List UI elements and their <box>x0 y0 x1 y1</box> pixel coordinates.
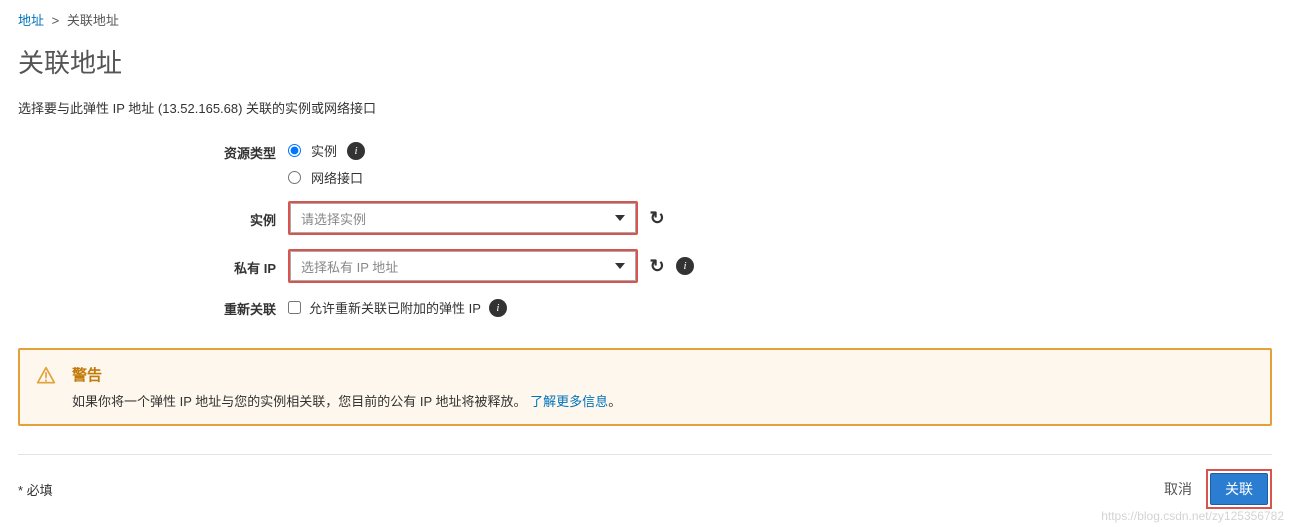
checkbox-reassociate[interactable] <box>288 301 301 314</box>
breadcrumb-parent-link[interactable]: 地址 <box>18 13 44 28</box>
radio-eni[interactable] <box>288 171 301 184</box>
radio-instance-option[interactable]: 实例 i <box>288 141 365 160</box>
associate-button[interactable]: 关联 <box>1210 473 1268 505</box>
watermark: https://blog.csdn.net/zy125356782 <box>1101 509 1284 523</box>
warning-message: 如果你将一个弹性 IP 地址与您的实例相关联，您目前的公有 IP 地址将被释放。… <box>72 391 1254 410</box>
breadcrumb-current: 关联地址 <box>67 13 119 28</box>
learn-more-link[interactable]: 了解更多信息 <box>530 394 608 409</box>
row-instance: 实例 请选择实例 ↻ <box>18 201 1272 235</box>
checkbox-reassociate-label: 允许重新关联已附加的弹性 IP <box>309 298 481 317</box>
warning-message-text: 如果你将一个弹性 IP 地址与您的实例相关联，您目前的公有 IP 地址将被释放。 <box>72 394 527 409</box>
label-instance: 实例 <box>18 208 288 229</box>
warning-icon <box>36 366 56 410</box>
row-resource-type: 资源类型 实例 i 网络接口 <box>18 141 1272 187</box>
warning-alert: 警告 如果你将一个弹性 IP 地址与您的实例相关联，您目前的公有 IP 地址将被… <box>18 348 1272 426</box>
select-private-ip[interactable]: 选择私有 IP 地址 <box>288 249 638 283</box>
refresh-icon[interactable]: ↻ <box>648 209 666 227</box>
checkbox-reassociate-option[interactable]: 允许重新关联已附加的弹性 IP i <box>288 298 507 317</box>
info-icon[interactable]: i <box>347 142 365 160</box>
refresh-icon[interactable]: ↻ <box>648 257 666 275</box>
radio-eni-label: 网络接口 <box>311 168 363 187</box>
label-resource-type: 资源类型 <box>18 141 288 162</box>
select-instance-placeholder: 请选择实例 <box>301 209 366 228</box>
chevron-down-icon <box>615 263 625 269</box>
page-title: 关联地址 <box>18 43 1272 80</box>
warning-period: 。 <box>608 394 621 409</box>
breadcrumb-separator: > <box>52 13 60 28</box>
info-icon[interactable]: i <box>489 299 507 317</box>
required-note: * 必填 <box>18 480 53 499</box>
radio-eni-option[interactable]: 网络接口 <box>288 168 365 187</box>
label-reassociate: 重新关联 <box>18 297 288 318</box>
radio-instance[interactable] <box>288 144 301 157</box>
select-private-ip-placeholder: 选择私有 IP 地址 <box>301 257 398 276</box>
breadcrumb: 地址 > 关联地址 <box>18 10 1272 29</box>
intro-text: 选择要与此弹性 IP 地址 (13.52.165.68) 关联的实例或网络接口 <box>18 98 1272 117</box>
chevron-down-icon <box>615 215 625 221</box>
info-icon[interactable]: i <box>676 257 694 275</box>
select-instance[interactable]: 请选择实例 <box>288 201 638 235</box>
warning-title: 警告 <box>72 364 1254 385</box>
row-private-ip: 私有 IP 选择私有 IP 地址 ↻ i <box>18 249 1272 283</box>
cancel-button[interactable]: 取消 <box>1154 473 1202 505</box>
submit-button-highlight: 关联 <box>1206 469 1272 509</box>
row-reassociate: 重新关联 允许重新关联已附加的弹性 IP i <box>18 297 1272 318</box>
radio-instance-label: 实例 <box>311 141 337 160</box>
footer: * 必填 取消 关联 <box>18 454 1272 509</box>
label-private-ip: 私有 IP <box>18 256 288 277</box>
